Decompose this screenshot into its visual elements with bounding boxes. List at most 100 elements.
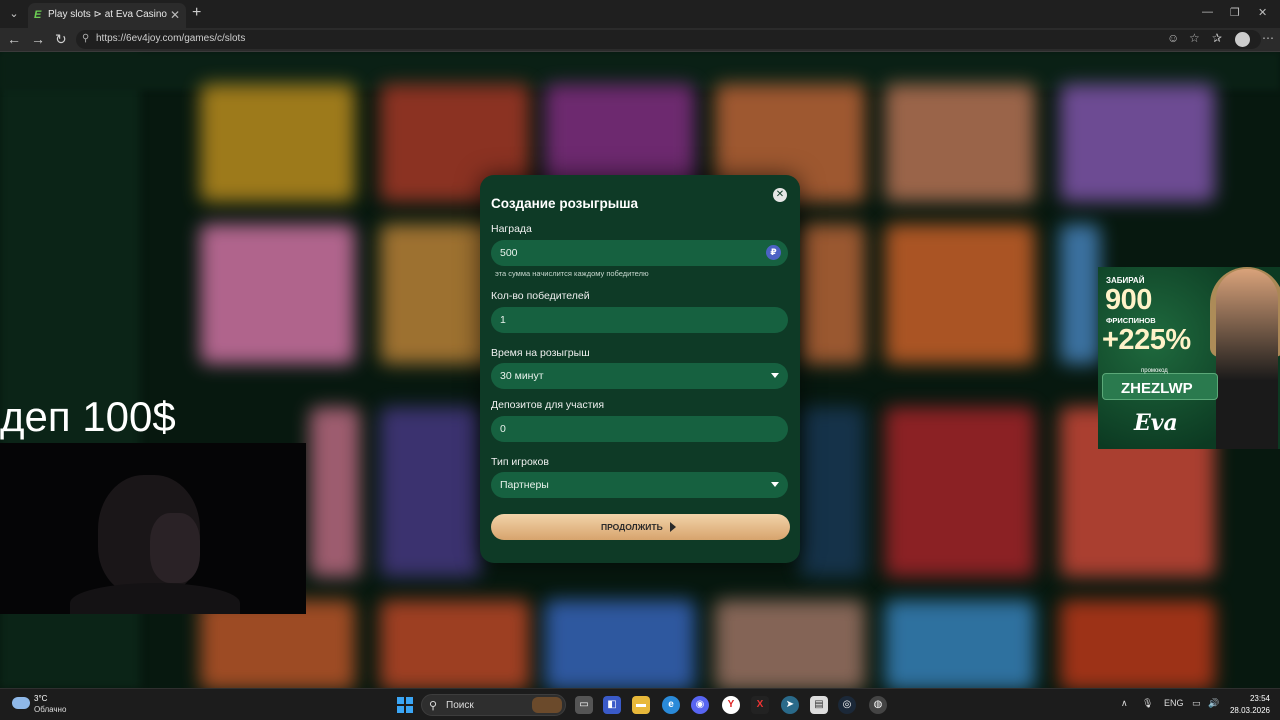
promo-line-4: +225% [1102, 324, 1191, 356]
game-tile[interactable] [1060, 224, 1100, 364]
restore-icon[interactable]: ❐ [1230, 6, 1240, 19]
modal-close-icon[interactable]: ✕ [773, 188, 787, 202]
minimize-icon[interactable]: — [1202, 6, 1213, 18]
url-text: https://6ev4joy.com/games/c/slots [96, 33, 246, 44]
cloud-icon[interactable] [12, 697, 30, 709]
play-arrow-icon [670, 522, 676, 532]
collections-icon[interactable]: ✰ [1212, 31, 1222, 45]
webcam-feed [0, 443, 306, 614]
game-tile[interactable] [380, 600, 530, 688]
reward-hint: эта сумма начислится каждому победителю [495, 269, 649, 278]
reward-value: 500 [500, 247, 518, 259]
reward-label: Награда [491, 223, 532, 235]
promo-line-2: 900 [1105, 284, 1152, 316]
browser-tab-bar: ⌄ E Play slots ⊳ at Eva Casino ✕ + — ❐ ✕ [0, 0, 1280, 28]
network-icon[interactable]: ▭ [1192, 698, 1201, 709]
modal-title: Создание розыгрыша [491, 196, 639, 211]
edge-icon[interactable]: e [662, 696, 680, 714]
windows-taskbar: 3°C Облачно ⚲ Поиск ▭ ◧ ▬ e ◉ Y X ➤ ▤ ◎ … [0, 688, 1280, 720]
reload-icon[interactable]: ↻ [55, 31, 67, 47]
eva-logo: Eva [1134, 410, 1178, 436]
notepad-icon[interactable]: ▤ [810, 696, 828, 714]
game-tile[interactable] [885, 84, 1035, 202]
discord-icon[interactable]: ◉ [691, 696, 709, 714]
weather-desc[interactable]: Облачно [34, 705, 66, 714]
windows-start-icon[interactable] [397, 697, 413, 713]
game-tile[interactable] [715, 600, 865, 688]
forward-arrow-icon[interactable]: → [31, 31, 45, 47]
game-tile[interactable] [380, 407, 480, 577]
continue-label: ПРОДОЛЖИТЬ [601, 522, 663, 532]
game-tile[interactable] [800, 224, 865, 364]
url-field[interactable]: ⚲ https://6ev4joy.com/games/c/slots [76, 30, 1261, 49]
game-tile[interactable] [885, 407, 1035, 577]
chevron-down-icon [771, 373, 779, 378]
taskbar-search[interactable]: ⚲ Поиск [421, 694, 566, 716]
address-bar-row: ← → ↻ ⚲ https://6ev4joy.com/games/c/slot… [0, 28, 1280, 52]
window-close-icon[interactable]: ✕ [1258, 6, 1267, 19]
game-tile[interactable] [200, 224, 355, 364]
create-giveaway-modal: Создание розыгрыша ✕ Награда 500 ₽ эта с… [480, 175, 800, 563]
time-value: 30 минут [500, 370, 544, 382]
stream-overlay-text: деп 100$ [0, 393, 176, 440]
players-value: Партнеры [500, 479, 549, 491]
game-tile[interactable] [310, 407, 360, 577]
tray-chevron-up-icon[interactable]: ∧ [1121, 698, 1128, 709]
game-tile[interactable] [200, 84, 355, 202]
deposits-label: Депозитов для участия [491, 399, 605, 411]
steam-icon[interactable]: ◎ [838, 696, 856, 714]
continue-button[interactable]: ПРОДОЛЖИТЬ [491, 514, 790, 540]
time-select[interactable]: 30 минут [491, 363, 788, 389]
site-info-icon[interactable]: ⚲ [82, 33, 89, 44]
players-select[interactable]: Партнеры [491, 472, 788, 498]
deposits-value: 0 [500, 423, 506, 435]
browser-tab[interactable]: E Play slots ⊳ at Eva Casino ✕ [28, 3, 186, 28]
game-tile[interactable] [885, 224, 1035, 364]
profile-avatar[interactable] [1235, 32, 1250, 47]
widgets-icon[interactable]: ◧ [603, 696, 621, 714]
winners-value: 1 [500, 314, 506, 326]
taskbar-time[interactable]: 23:54 [1230, 694, 1270, 703]
tab-close-icon[interactable]: ✕ [170, 8, 180, 22]
promo-model-image [1216, 269, 1278, 449]
new-tab-plus-icon[interactable]: + [192, 4, 201, 22]
weather-temp[interactable]: 3°C [34, 694, 47, 703]
time-label: Время на розыгрыш [491, 347, 590, 359]
favorite-star-icon[interactable]: ☆ [1189, 31, 1200, 45]
back-arrow-icon[interactable]: ← [7, 31, 21, 47]
webcam-body [70, 583, 240, 614]
language-indicator[interactable]: ENG [1164, 698, 1184, 708]
reader-mode-icon[interactable]: ☺ [1167, 31, 1179, 45]
search-highlight-image [532, 697, 562, 713]
game-tile[interactable] [1060, 600, 1215, 688]
tab-title: Play slots ⊳ at Eva Casino [48, 9, 167, 20]
ruble-icon: ₽ [766, 245, 781, 260]
promo-code: ZHEZLWP [1121, 380, 1193, 397]
yandex-icon[interactable]: Y [722, 696, 740, 714]
reward-input[interactable]: 500 ₽ [491, 240, 788, 266]
players-label: Тип игроков [491, 456, 549, 468]
taskbar-date[interactable]: 28.03.2026 [1218, 706, 1270, 715]
promo-banner[interactable]: ЗАБИРАЙ 900 ФРИСПИНОВ +225% ZHEZLWP пром… [1098, 267, 1280, 449]
telegram-icon[interactable]: ➤ [781, 696, 799, 714]
game-tile[interactable] [545, 600, 695, 688]
tab-menu-chevron-icon[interactable]: ⌄ [4, 4, 24, 24]
winners-input[interactable]: 1 [491, 307, 788, 333]
game-tile[interactable] [1060, 84, 1215, 202]
app-x-icon[interactable]: X [751, 696, 769, 714]
task-view-icon[interactable]: ▭ [575, 696, 593, 714]
microphone-icon[interactable]: 🎙 [1142, 698, 1153, 709]
promo-code-box: ZHEZLWP [1102, 373, 1218, 400]
more-menu-icon[interactable]: ⋯ [1262, 31, 1274, 45]
webcam-face [150, 513, 200, 583]
file-explorer-icon[interactable]: ▬ [632, 696, 650, 714]
promo-code-label: промокод [1141, 368, 1168, 374]
chrome-icon[interactable]: ◍ [869, 696, 887, 714]
search-icon: ⚲ [429, 700, 438, 712]
game-tile[interactable] [800, 407, 865, 577]
deposits-input[interactable]: 0 [491, 416, 788, 442]
search-label: Поиск [446, 700, 474, 711]
winners-label: Кол-во победителей [491, 290, 590, 302]
game-tile[interactable] [885, 600, 1035, 688]
chevron-down-icon [771, 482, 779, 487]
